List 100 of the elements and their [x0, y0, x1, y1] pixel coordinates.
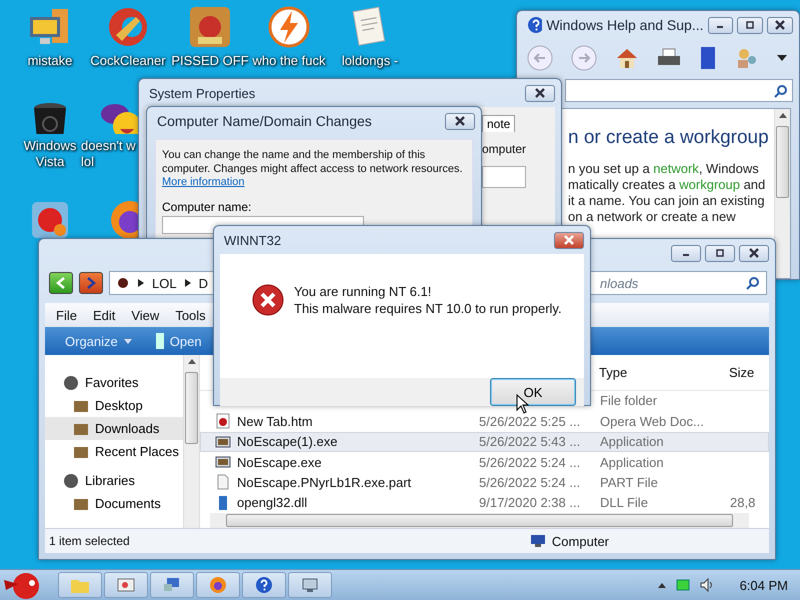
desktop-icon-label: who the fuck — [252, 53, 326, 69]
clock[interactable]: 6:04 PM — [740, 578, 788, 592]
file-size: 28,8 — [730, 495, 756, 510]
close-icon — [454, 116, 466, 126]
horizontal-scrollbar[interactable] — [210, 513, 749, 528]
close-button[interactable] — [739, 244, 769, 262]
help-link[interactable]: network — [653, 161, 699, 176]
navigation-item[interactable]: Favorites — [45, 371, 183, 394]
taskbar-button[interactable] — [242, 572, 286, 598]
file-row[interactable]: New Tab.htm 5/26/2022 5:25 ... Opera Web Doc... — [200, 411, 769, 432]
navigation-item[interactable]: Documents — [45, 492, 183, 515]
file-name: NoEscape(1).exe — [237, 434, 338, 450]
file-date: 9/17/2020 2:38 ... — [479, 495, 582, 510]
chevron-icon — [184, 279, 191, 287]
input-field[interactable] — [482, 166, 526, 188]
caret-icon — [124, 338, 132, 344]
close-button[interactable] — [767, 16, 793, 34]
close-button[interactable] — [554, 232, 584, 248]
file-date: 5/26/2022 5:24 ... — [479, 454, 582, 470]
error-message: This malware requires NT 10.0 to run properly. — [294, 301, 562, 316]
application-icon — [215, 434, 231, 450]
command-button[interactable]: Open — [152, 333, 206, 349]
close-icon — [748, 248, 760, 258]
menu-item[interactable]: Edit — [86, 306, 122, 324]
ok-button[interactable]: OK — [490, 378, 576, 406]
file-type: Application — [600, 434, 665, 450]
printer-icon[interactable] — [657, 48, 681, 68]
maximize-icon — [744, 20, 756, 30]
file-type: Application — [600, 454, 665, 470]
chevron-icon — [138, 279, 144, 287]
description-text: omputer — [482, 142, 526, 156]
error-icon — [252, 284, 284, 316]
search-icon — [774, 84, 788, 98]
taskbar-button[interactable] — [288, 572, 332, 598]
lightning-icon[interactable] — [267, 5, 311, 49]
caret-icon[interactable] — [658, 582, 666, 588]
forward-button[interactable] — [79, 272, 103, 294]
file-type: DLL File — [600, 495, 649, 510]
file-icon — [215, 474, 231, 490]
maximize-button[interactable] — [705, 244, 735, 262]
column-header[interactable]: Type — [599, 364, 729, 380]
field-label: Computer name: — [162, 200, 252, 214]
menu-item[interactable]: Tools — [168, 306, 213, 324]
desktop-icon-label: doesn't w lol — [81, 138, 136, 170]
help-heading: n or create a workgroup — [568, 127, 770, 149]
paint-icon — [116, 576, 136, 594]
file-row[interactable]: NoEscape.PNyrLb1R.exe.part 5/26/2022 5:24 ... PART File — [200, 472, 769, 493]
breadcrumb[interactable]: LOL — [152, 276, 177, 290]
minimize-button[interactable] — [671, 244, 701, 262]
menu-item[interactable]: File — [49, 306, 84, 324]
help-link[interactable]: workgroup — [679, 177, 740, 192]
back-button[interactable] — [49, 272, 73, 294]
file-row[interactable]: NoEscape(1).exe 5/26/2022 5:43 ... Application — [200, 432, 769, 452]
menu-item[interactable]: View — [124, 306, 166, 324]
file-row[interactable]: NoEscape.exe 5/26/2022 5:24 ... Application — [200, 452, 769, 472]
dialog-title: WINNT32 — [224, 232, 282, 248]
minimize-button[interactable] — [708, 16, 734, 34]
desktop-icon-label: CockCleaner — [90, 53, 166, 69]
navigation-item[interactable]: Desktop — [45, 394, 183, 417]
taskbar-button[interactable] — [150, 572, 194, 598]
file-row[interactable]: opengl32.dll 9/17/2020 2:38 ... DLL File 28,8 — [200, 492, 769, 513]
close-button[interactable] — [445, 112, 475, 130]
close-button[interactable] — [525, 84, 555, 102]
file-name: opengl32.dll — [237, 495, 308, 510]
help-icon — [254, 576, 274, 594]
taskbar-button[interactable] — [196, 572, 240, 598]
speaker-icon[interactable] — [700, 578, 714, 592]
desktop-icon-label: PISSED OFF — [171, 53, 249, 69]
application-icon — [215, 454, 231, 470]
web-page-icon — [215, 413, 231, 430]
status-text: 1 item selected — [49, 534, 130, 548]
home-icon[interactable] — [615, 47, 639, 69]
command-button[interactable]: Organize — [61, 334, 136, 348]
more-information-link[interactable]: More information — [162, 176, 245, 188]
scroll-up-icon[interactable] — [778, 113, 786, 118]
search-field[interactable] — [565, 79, 793, 102]
caret-icon[interactable] — [777, 55, 787, 61]
taskbar-button[interactable] — [104, 572, 148, 598]
dialog-text: You can change the name and the membership of this computer. Changes might affect access to network resources. — [162, 148, 464, 176]
maximize-icon — [714, 248, 726, 258]
navigation-item[interactable]: Libraries — [45, 469, 183, 492]
book-icon[interactable] — [699, 46, 717, 70]
maximize-button[interactable] — [737, 16, 764, 34]
search-icon — [746, 276, 760, 290]
computer-icon — [530, 534, 546, 548]
scroll-up-icon[interactable] — [188, 359, 196, 364]
window-title: System Properties — [149, 86, 256, 100]
network-icon — [162, 576, 182, 594]
navigation-item[interactable]: Downloads — [45, 417, 183, 440]
column-header[interactable]: Size — [729, 364, 769, 380]
navigation-item[interactable]: Recent Places — [45, 440, 183, 463]
breadcrumb[interactable]: D — [198, 276, 208, 290]
browser-icon — [208, 576, 228, 594]
scrollbar[interactable] — [183, 355, 199, 528]
window-title: Windows Help and Sup... — [546, 17, 704, 33]
scrollbar[interactable] — [774, 109, 790, 278]
dialog-title: Computer Name/Domain Changes — [157, 113, 373, 129]
location-text: Computer — [530, 534, 609, 548]
tab[interactable]: note — [482, 115, 516, 132]
close-icon — [563, 235, 575, 245]
